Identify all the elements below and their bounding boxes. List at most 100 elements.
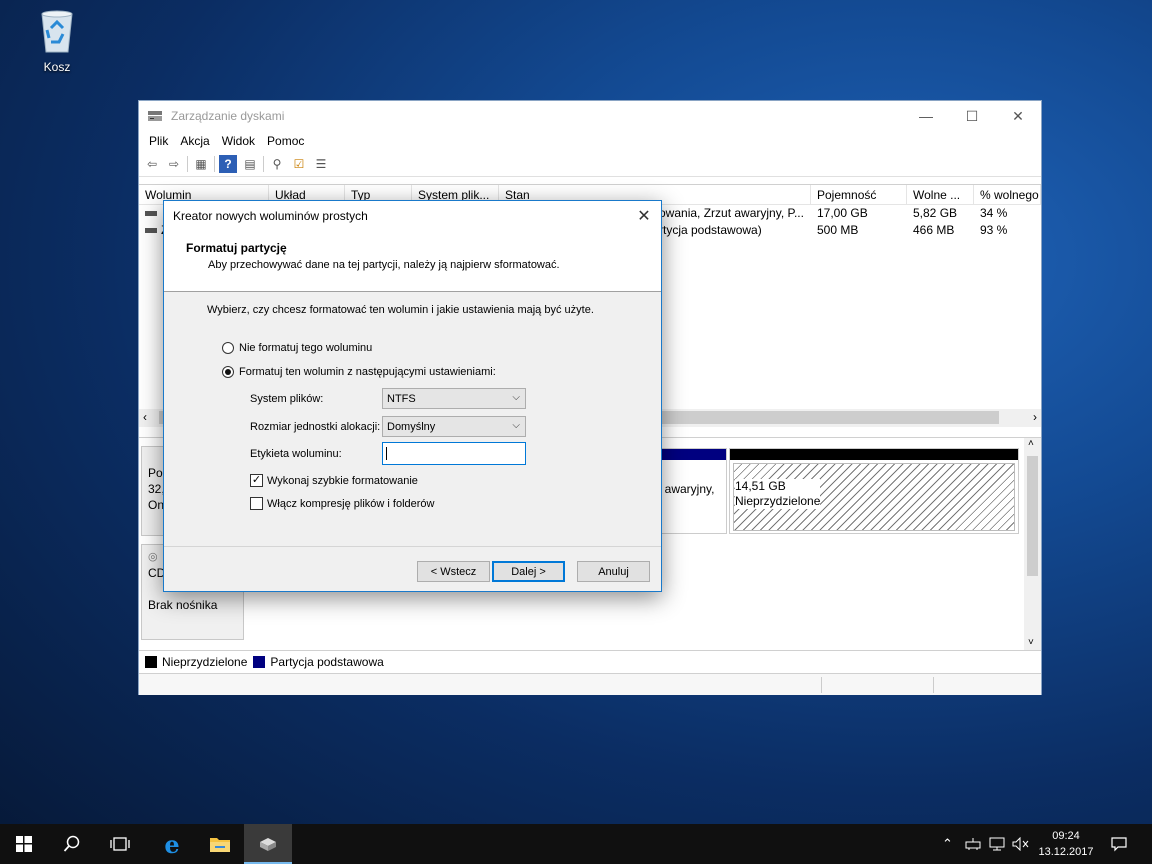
file-explorer-button[interactable] — [196, 824, 244, 864]
checkbox-unchecked[interactable] — [250, 497, 263, 510]
legend-primary: Partycja podstawowa — [270, 654, 384, 669]
task-view-icon — [110, 837, 130, 851]
scroll-right-icon[interactable]: › — [1033, 410, 1037, 424]
legend-unallocated: Nieprzydzielone — [162, 654, 248, 669]
search-icon — [63, 835, 80, 852]
disk-management-taskbar-button[interactable] — [244, 824, 292, 864]
disk-view-vscrollbar[interactable]: ˄ ˅ — [1024, 438, 1041, 650]
wizard-page-title: Formatuj partycję — [186, 241, 287, 255]
clock-time: 09:24 — [1052, 830, 1080, 842]
settings-list-icon[interactable]: ☰ — [312, 155, 330, 173]
forward-arrow-icon[interactable]: ⇨ — [165, 155, 183, 173]
col-capacity[interactable]: Pojemność — [811, 185, 907, 204]
unallocated-label: Nieprzydzielone — [735, 494, 821, 508]
new-simple-volume-wizard: Kreator nowych woluminów prostych ✕ Form… — [163, 200, 662, 592]
connect-disk-icon[interactable]: ⚲ — [268, 155, 286, 173]
toolbar-separator — [263, 155, 264, 172]
filesystem-select[interactable]: NTFS ⌵ — [382, 388, 526, 409]
network-adapter-icon[interactable] — [964, 824, 982, 864]
back-arrow-icon[interactable]: ⇦ — [143, 155, 161, 173]
wizard-prompt: Wybierz, czy chcesz formatować ten wolum… — [207, 304, 594, 316]
volume-percent-free: 93 % — [980, 223, 1008, 237]
disk-management-icon — [147, 109, 163, 123]
cdrom-status: Brak nośnika — [148, 598, 218, 612]
filesystem-row: System plików: NTFS ⌵ — [250, 388, 526, 409]
radio-format-label: Formatuj ten wolumin z następującymi ust… — [239, 366, 496, 378]
radio-no-format[interactable]: Nie formatuj tego woluminu — [222, 342, 372, 354]
volume-muted-icon[interactable] — [1012, 824, 1030, 864]
drive-icon — [145, 211, 157, 217]
window-titlebar[interactable]: Zarządzanie dyskami — ☐ ✕ — [139, 101, 1041, 131]
network-icon[interactable] — [988, 824, 1006, 864]
scroll-thumb[interactable] — [1027, 456, 1038, 576]
scroll-up-icon[interactable]: ˄ — [1028, 438, 1034, 449]
toolbar-separator — [187, 155, 188, 172]
clock-date: 13.12.2017 — [1038, 846, 1094, 858]
recycle-bin-icon — [36, 8, 78, 54]
cancel-button[interactable]: Anuluj — [577, 561, 650, 582]
unallocated-partition[interactable]: 14,51 GB Nieprzydzielone — [729, 448, 1019, 534]
checklist-icon[interactable]: ☑ — [290, 155, 308, 173]
back-button[interactable]: < Wstecz — [417, 561, 490, 582]
compression-label: Włącz kompresję plików i folderów — [267, 497, 435, 510]
wizard-close-button[interactable]: ✕ — [627, 201, 661, 231]
menu-view[interactable]: Widok — [216, 134, 261, 148]
minimize-button[interactable]: — — [903, 101, 949, 131]
volume-label-input[interactable] — [382, 442, 526, 465]
volume-label-label: Etykieta woluminu: — [250, 447, 342, 460]
show-hidden-icons-button[interactable]: ⌃ — [942, 824, 953, 864]
checkbox-checked[interactable]: ✓ — [250, 474, 263, 487]
notification-icon — [1111, 837, 1127, 852]
legend-swatch-unallocated — [145, 655, 157, 668]
window-title: Zarządzanie dyskami — [171, 109, 285, 123]
edge-button[interactable]: e — [148, 824, 196, 864]
edge-icon: e — [164, 829, 180, 859]
start-button[interactable] — [0, 824, 48, 864]
wizard-body: Wybierz, czy chcesz formatować ten wolum… — [164, 292, 661, 545]
unallocated-size: 14,51 GB — [735, 479, 786, 493]
task-view-button[interactable] — [96, 824, 144, 864]
folder-icon — [210, 838, 230, 852]
search-button[interactable] — [48, 824, 96, 864]
properties-icon[interactable]: ▤ — [241, 155, 259, 173]
close-button[interactable]: ✕ — [995, 101, 1041, 131]
volume-free: 5,82 GB — [913, 206, 958, 220]
drive-icon — [145, 228, 157, 234]
scroll-down-icon[interactable]: ˅ — [1028, 637, 1034, 648]
menu-help[interactable]: Pomoc — [261, 134, 310, 148]
toolbar-separator — [214, 155, 215, 172]
scroll-left-icon[interactable]: ‹ — [143, 410, 147, 424]
next-button[interactable]: Dalej > — [492, 561, 565, 582]
wizard-header: Formatuj partycję Aby przechowywać dane … — [164, 231, 661, 292]
menu-file[interactable]: Plik — [143, 134, 174, 148]
quick-format-checkbox[interactable]: ✓ Wykonaj szybkie formatowanie — [250, 474, 418, 487]
legend-swatch-primary — [253, 655, 266, 668]
recycle-bin[interactable]: Kosz — [22, 8, 92, 74]
disk-management-icon — [260, 838, 276, 851]
allocation-unit-select[interactable]: Domyślny ⌵ — [382, 416, 526, 437]
compression-checkbox[interactable]: Włącz kompresję plików i folderów — [250, 497, 435, 510]
legend: Nieprzydzielone Partycja podstawowa — [139, 650, 1041, 672]
help-icon[interactable]: ? — [219, 154, 237, 173]
radio-button-selected[interactable] — [222, 366, 234, 378]
radio-format[interactable]: Formatuj ten wolumin z następującymi ust… — [222, 366, 496, 378]
show-hide-console-tree-icon[interactable]: ▦ — [192, 155, 210, 173]
chevron-down-icon: ⌵ — [512, 392, 520, 403]
menu-bar: Plik Akcja Widok Pomoc — [139, 131, 1041, 151]
action-center-button[interactable] — [1110, 824, 1128, 864]
menu-action[interactable]: Akcja — [174, 134, 215, 148]
chevron-down-icon: ⌵ — [512, 420, 520, 431]
volume-capacity: 500 MB — [817, 223, 859, 237]
col-percent-free[interactable]: % wolnego — [974, 185, 1041, 204]
maximize-button[interactable]: ☐ — [949, 101, 995, 131]
allocation-row: Rozmiar jednostki alokacji: Domyślny ⌵ — [250, 416, 526, 437]
wizard-titlebar[interactable]: Kreator nowych woluminów prostych ✕ — [164, 201, 661, 231]
allocation-label: Rozmiar jednostki alokacji: — [250, 420, 381, 433]
status-bar — [139, 673, 1041, 695]
col-free[interactable]: Wolne ... — [907, 185, 974, 204]
radio-no-format-label: Nie formatuj tego woluminu — [239, 342, 373, 354]
clock[interactable]: 09:24 13.12.2017 — [1030, 828, 1102, 860]
quick-format-label: Wykonaj szybkie formatowanie — [267, 474, 418, 487]
radio-button[interactable] — [222, 342, 234, 354]
taskbar: e ⌃ 09:24 13.12.2017 — [0, 824, 1152, 864]
